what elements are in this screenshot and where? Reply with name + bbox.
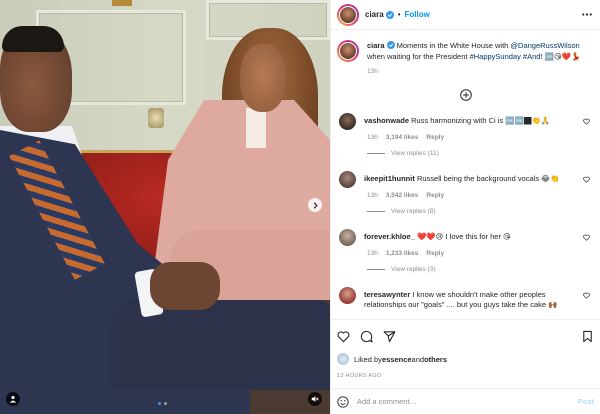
post-comment-button[interactable]: Post [578, 397, 594, 406]
comment-text: ❤️❤️😢 I love this for her 😘 [416, 232, 511, 241]
caption-mention[interactable]: @DangeRussWilson [510, 41, 579, 50]
comment-bubble-icon[interactable] [360, 330, 373, 343]
post-header: ciara • Follow [331, 0, 600, 30]
bookmark-icon[interactable] [581, 330, 594, 343]
tagged-users-button[interactable] [6, 392, 20, 406]
liker-avatar[interactable] [337, 353, 349, 365]
next-media-button[interactable] [308, 198, 322, 212]
caption-username[interactable]: ciara [367, 41, 385, 50]
speaker-muted-icon [311, 396, 319, 402]
comment-avatar[interactable] [339, 287, 356, 304]
comment-text: Russell being the background vocals 😂👏 [416, 174, 560, 183]
avatar[interactable] [337, 3, 359, 26]
likes-summary: Liked by essence and others [337, 353, 594, 365]
comment-likes[interactable]: 3,194 likes [386, 134, 419, 141]
add-comment-bar: Add a comment… Post [331, 388, 600, 414]
comment-likes[interactable]: 1,233 likes [386, 250, 419, 257]
load-more-comments-button[interactable] [337, 89, 594, 101]
comment-username[interactable]: ikeepit1hunnit [364, 174, 415, 183]
comment-likes[interactable]: 3,542 likes [386, 192, 419, 199]
comment-item: teresawynter I know we shouldn't make ot… [337, 287, 594, 310]
comment-avatar[interactable] [339, 113, 356, 130]
more-horizontal-icon [582, 13, 592, 16]
share-paper-plane-icon[interactable] [383, 330, 396, 343]
post-actions: Liked by essence and others 13 HOURS AGO [331, 319, 600, 388]
comment-item: forever.khloe_ ❤️❤️😢 I love this for her… [337, 229, 594, 246]
comment-like-heart-icon[interactable] [583, 292, 590, 299]
verified-badge-icon [386, 41, 395, 49]
caption-text: ciara Moments in the White House with @D… [367, 41, 581, 61]
comment-item: vashonwade Russ harmonizing with Ci is 🆒… [337, 113, 594, 130]
caption-time: 13h [367, 68, 378, 75]
like-heart-icon[interactable] [337, 330, 350, 343]
wall-sconce [148, 108, 164, 128]
user-icon [9, 395, 17, 403]
caption-meta: 13h [367, 68, 594, 75]
mute-button[interactable] [308, 392, 322, 406]
caption-avatar[interactable] [337, 40, 359, 62]
emoji-smiley-icon[interactable] [337, 395, 349, 408]
liked-by-others[interactable]: others [424, 355, 447, 364]
comment-meta: 13h 1,233 likes Reply [367, 250, 445, 257]
comment-username[interactable]: teresawynter [364, 290, 410, 299]
comment-username[interactable]: forever.khloe_ [364, 232, 415, 241]
comment-like-heart-icon[interactable] [583, 118, 590, 125]
add-comment-input[interactable]: Add a comment… [357, 397, 417, 406]
comments-list: ciara Moments in the White House with @D… [331, 30, 600, 319]
caption-hashtags[interactable]: #HappySunday #And! [470, 52, 543, 61]
view-replies-button[interactable]: View replies (11) [367, 150, 594, 157]
view-replies-button[interactable]: View replies (8) [367, 208, 594, 215]
comment-text: Russ harmonizing with Ci is 🆒🆒🏿👏🙏 [411, 116, 551, 125]
post-caption: ciara Moments in the White House with @D… [337, 40, 594, 62]
plus-circle-icon [459, 89, 472, 101]
post-timestamp: 13 HOURS AGO [337, 373, 382, 379]
comment-item: ikeepit1hunnit Russell being the backgro… [337, 171, 594, 188]
comment-avatar[interactable] [339, 171, 356, 188]
verified-badge-icon [385, 10, 394, 19]
header-username[interactable]: ciara [365, 10, 384, 19]
carousel-indicator [158, 402, 167, 405]
header-separator: • [397, 10, 401, 19]
instagram-post-modal: ciara • Follow ciara Moments in the Whit… [0, 0, 600, 414]
follow-button[interactable]: Follow [405, 10, 430, 19]
reply-button[interactable]: Reply [426, 192, 444, 199]
chevron-right-icon [313, 201, 318, 209]
comment-avatar[interactable] [339, 229, 356, 246]
reply-button[interactable]: Reply [426, 250, 444, 257]
post-side-panel: ciara • Follow ciara Moments in the Whit… [330, 0, 600, 414]
comment-like-heart-icon[interactable] [583, 234, 590, 241]
liked-by-user[interactable]: essence [382, 355, 412, 364]
more-options-button[interactable] [580, 13, 594, 16]
comment-like-heart-icon[interactable] [583, 176, 590, 183]
action-icons [337, 328, 594, 344]
comment-username[interactable]: vashonwade [364, 116, 409, 125]
reply-button[interactable]: Reply [426, 134, 444, 141]
view-replies-button[interactable]: View replies (3) [367, 266, 594, 273]
post-video[interactable] [0, 0, 330, 414]
comment-meta: 13h 3,194 likes Reply [367, 134, 445, 141]
comment-meta: 13h 3,542 likes Reply [367, 192, 445, 199]
